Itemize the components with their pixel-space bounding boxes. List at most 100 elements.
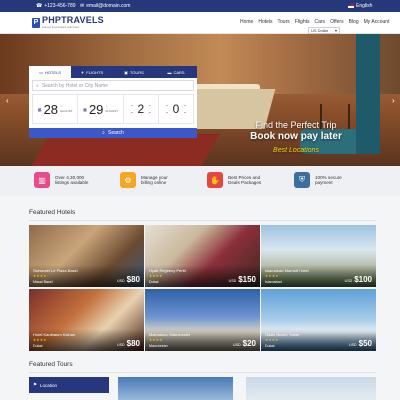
search-tabs: ▭ HOTELS ✈ FLIGHTS ▣ TOURS ▬ CARS — [29, 66, 197, 78]
feature-text: payment — [315, 180, 333, 185]
us-flag-icon — [348, 4, 354, 8]
adults-count: 2 — [137, 102, 145, 116]
feature-listings: ▥ Over 4,30,000 listings available — [34, 172, 88, 188]
search-form: ⌕ Search by Hotel or City Name ▦ 28 ⌃ AUG… — [29, 78, 197, 128]
hero-line-2: Book now pay later — [250, 131, 342, 142]
nav-item-my-account[interactable]: My Account — [364, 19, 390, 25]
tab-hotels[interactable]: ▭ HOTELS — [29, 66, 71, 78]
logo-text: PHPTRAVELS — [42, 15, 104, 25]
envelope-icon: ✉ — [80, 3, 85, 9]
currency-selector[interactable]: US Dollar ▾ — [308, 27, 340, 34]
children-stepper[interactable]: ⌃ ⌄ 0 ⌃ ⌄ — [159, 95, 193, 123]
hero-curtain-graphic — [356, 34, 380, 154]
hotel-card[interactable]: Hyatt Regency Perth ★★★★ Dubai USD $150 — [145, 225, 260, 287]
site-logo[interactable]: P PHPTRAVELS travel business partner — [32, 16, 104, 29]
hotel-card[interactable]: Swissotel Le Plaza Basel ★★★★ Masai Base… — [29, 225, 144, 287]
featured-tours-title: Featured Tours — [29, 361, 73, 368]
decrement-icon[interactable]: ⌄ — [165, 109, 168, 114]
search-input[interactable]: ⌕ Search by Hotel or City Name — [32, 80, 194, 91]
phone-contact[interactable]: ☎ +123-456-789 — [36, 3, 76, 9]
bed-icon: ▭ — [39, 69, 43, 75]
language-selector[interactable]: English — [348, 3, 372, 9]
hotel-card[interactable]: Oasis Beach Tower ★★★★ Dubai USD $50 — [261, 289, 376, 351]
decrement-icon[interactable]: ⌄ — [148, 109, 151, 114]
hotel-card[interactable]: Malmaison Manchester ★★★★ Manchester USD… — [145, 289, 260, 351]
checkin-month: AUGUST — [60, 109, 73, 113]
search-widget: ▭ HOTELS ✈ FLIGHTS ▣ TOURS ▬ CARS ⌕ Search b… — [29, 66, 197, 138]
hotel-price: USD $20 — [233, 339, 256, 348]
top-bar: ☎ +123-456-789 ✉ email@domain.com Englis… — [0, 0, 400, 12]
checkout-day: 29 — [88, 101, 104, 117]
tours-location-tab[interactable]: ⚑ Location — [29, 377, 109, 393]
feature-secure: ⛨ 100% secure payment — [294, 172, 342, 188]
feature-text: billing online — [141, 180, 167, 185]
feature-billing: ⚙ Manage your billing online — [120, 172, 168, 188]
nav-item-hotels[interactable]: Hotels — [258, 19, 272, 25]
children-count: 0 — [172, 102, 180, 116]
feature-deals: ✋ Best Prices and Deals Packages — [207, 172, 261, 188]
tab-tours[interactable]: ▣ TOURS — [113, 66, 155, 78]
search-button[interactable]: ⌕ Search — [29, 128, 197, 138]
slider-next-icon[interactable]: › — [392, 96, 395, 105]
hotel-card[interactable]: Hotel Kauthaum Kishan ★★★★ Dubai USD $80 — [29, 289, 144, 351]
logo-tagline: travel business partner — [42, 25, 80, 29]
billing-icon: ⚙ — [120, 172, 136, 188]
hotel-location: Islamabad — [265, 280, 282, 284]
email-contact[interactable]: ✉ email@domain.com — [80, 3, 130, 9]
tab-flights[interactable]: ✈ FLIGHTS — [71, 66, 113, 78]
hotel-name[interactable]: Islamabad Marriott Hotel — [265, 268, 309, 273]
hotel-location: Dubai — [33, 344, 43, 348]
hotel-name[interactable]: Hotel Kauthaum Kishan — [33, 332, 75, 337]
feature-text: Deals Packages — [228, 180, 262, 185]
hotel-rating: ★★★★ — [149, 338, 163, 342]
hotel-name[interactable]: Malmaison Manchester — [149, 332, 190, 337]
search-options-row: ▦ 28 ⌃ AUGUST ▦ 29 ⌃ AUGUST ⌃ ⌄ 2 ⌃ ⌄ ⌃ ⌄ 0 ⌃… — [32, 94, 194, 124]
nav-item-home[interactable]: Home — [240, 19, 253, 25]
decrement-icon[interactable]: ⌄ — [130, 109, 133, 114]
hotel-location: Dubai — [149, 280, 159, 284]
nav-item-flights[interactable]: Flights — [295, 19, 310, 25]
hotel-location: Masai Basel — [33, 280, 53, 284]
car-icon: ▬ — [167, 69, 172, 75]
hotel-price: USD $50 — [349, 339, 372, 348]
feature-text: listings available — [55, 180, 89, 185]
hotel-name[interactable]: Hyatt Regency Perth — [149, 268, 186, 273]
hero-caption: Find the Perfect Trip Book now pay later… — [236, 120, 356, 154]
hotel-price: USD $80 — [117, 275, 140, 284]
hotel-rating: ★★★★ — [33, 338, 47, 342]
deals-icon: ✋ — [207, 172, 223, 188]
checkin-date[interactable]: ▦ 28 ⌃ AUGUST — [33, 95, 79, 123]
suitcase-icon: ▣ — [124, 69, 128, 75]
hotel-name[interactable]: Oasis Beach Tower — [265, 332, 299, 337]
hotel-rating: ★★★★ — [33, 274, 47, 278]
phone-icon: ☎ — [36, 3, 43, 9]
tour-image[interactable] — [246, 377, 376, 400]
shield-icon: ⛨ — [294, 172, 310, 188]
slider-prev-icon[interactable]: ‹ — [6, 96, 9, 105]
tour-image[interactable] — [118, 377, 233, 400]
nav-item-cars[interactable]: Cars — [315, 19, 326, 25]
nav-item-offers[interactable]: Offers — [330, 19, 344, 25]
decrement-icon[interactable]: ⌄ — [183, 109, 186, 114]
nav-item-tours[interactable]: Tours — [278, 19, 290, 25]
tours-location-label: Location — [40, 382, 58, 388]
hotel-location: Dubai — [265, 344, 275, 348]
flag-icon: ⚑ — [33, 382, 38, 387]
checkout-date[interactable]: ▦ 29 ⌃ AUGUST — [78, 95, 124, 123]
currency-label: US Dollar — [311, 28, 329, 33]
hotel-rating: ★★★★ — [149, 274, 163, 278]
checkout-month: AUGUST — [105, 109, 118, 113]
hotel-price: USD $100 — [344, 275, 372, 284]
plane-icon: ✈ — [80, 69, 85, 75]
search-icon: ⌕ — [36, 82, 39, 89]
email-address: email@domain.com — [86, 3, 131, 9]
hero-line-1: Find the Perfect Trip — [255, 120, 337, 130]
language-label: English — [356, 3, 373, 9]
nav-item-blog[interactable]: Blog — [349, 19, 359, 25]
adults-stepper[interactable]: ⌃ ⌄ 2 ⌃ ⌄ — [124, 95, 159, 123]
hotel-name[interactable]: Swissotel Le Plaza Basel — [33, 268, 78, 273]
checkin-day: 28 — [43, 101, 59, 117]
hotel-card[interactable]: Islamabad Marriott Hotel ★★★★ Islamabad … — [261, 225, 376, 287]
features-strip: ▥ Over 4,30,000 listings available ⚙ Mana… — [0, 166, 400, 196]
tab-cars[interactable]: ▬ CARS — [155, 66, 197, 78]
